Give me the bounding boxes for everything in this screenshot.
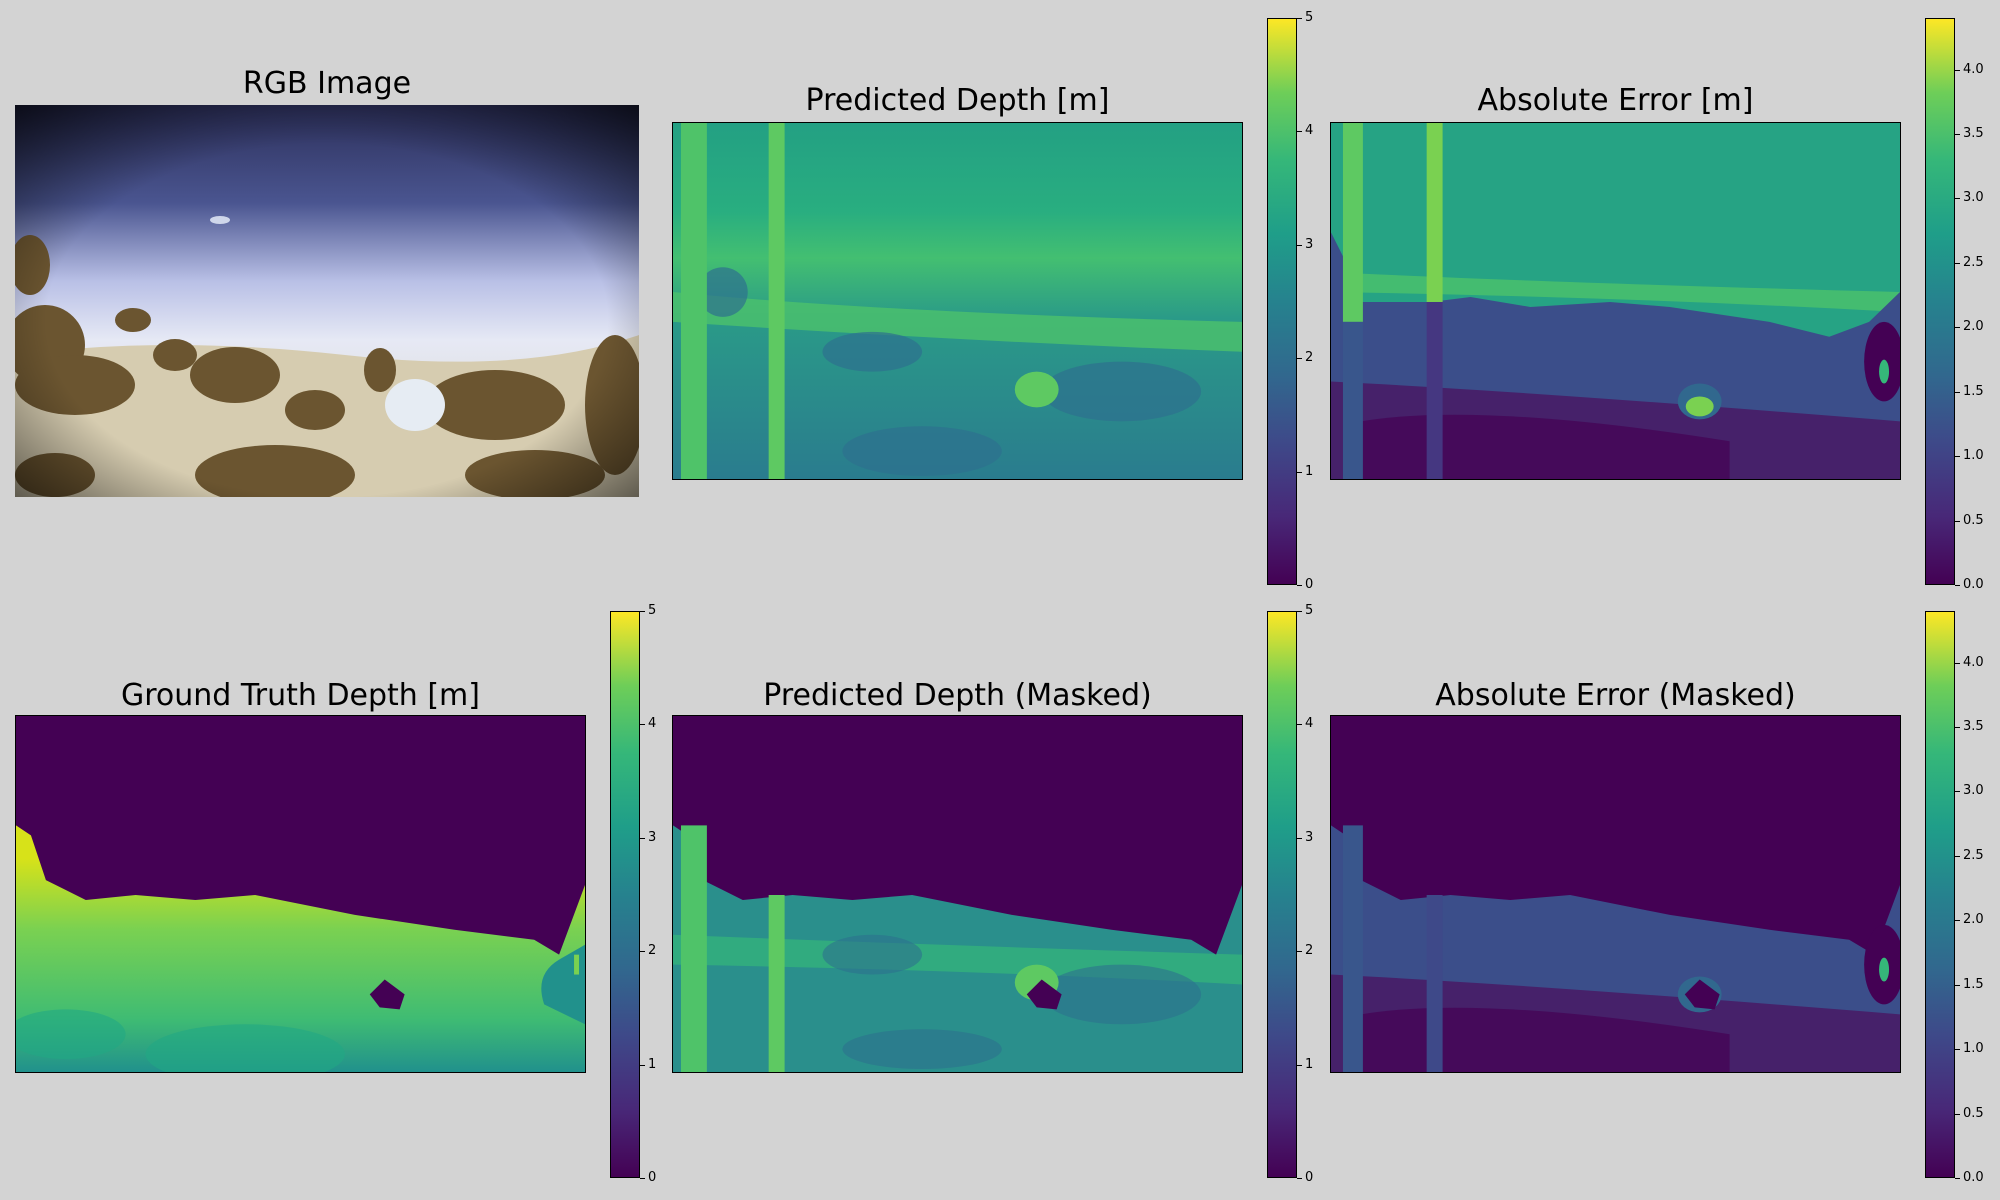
colorbar-tick-label: 5 [648, 603, 657, 618]
colorbar-tick [640, 951, 645, 952]
colorbar-tick [1955, 663, 1960, 664]
colorbar-tick [1955, 456, 1960, 457]
colorbar-tick-label: 5 [1305, 603, 1314, 618]
colorbar-tick-label: 3.0 [1963, 783, 1984, 798]
err-title: Absolute Error [m] [1477, 83, 1754, 118]
colorbar-tick-label: 0 [1305, 1170, 1314, 1185]
colorbar-tick [1955, 134, 1960, 135]
pred-masked-title: Predicted Depth (Masked) [763, 678, 1152, 713]
colorbar-tick-label: 1.0 [1963, 1041, 1984, 1056]
colorbar-tick-label: 0.5 [1963, 1106, 1984, 1121]
abs-error-masked-heatmap [1330, 715, 1901, 1073]
err-masked-colorbar [1925, 611, 1955, 1178]
colorbar-tick [1955, 263, 1960, 264]
gt-depth-heatmap [15, 715, 586, 1073]
colorbar-tick-label: 1 [1305, 464, 1314, 479]
colorbar-tick-label: 0.5 [1963, 513, 1984, 528]
colorbar-tick [640, 611, 645, 612]
gt-colorbar [610, 611, 640, 1178]
pred-depth-heatmap [672, 122, 1243, 480]
colorbar-tick-label: 0.0 [1963, 1170, 1984, 1185]
colorbar-tick [1955, 70, 1960, 71]
colorbar-tick-label: 2.5 [1963, 255, 1984, 270]
colorbar-tick [1955, 1049, 1960, 1050]
rgb-image [15, 105, 639, 497]
colorbar-tick-label: 1.0 [1963, 448, 1984, 463]
colorbar-tick [640, 838, 645, 839]
colorbar-tick [1297, 611, 1302, 612]
colorbar-tick-label: 2.0 [1963, 912, 1984, 927]
abs-error-heatmap [1330, 122, 1901, 480]
colorbar-tick-label: 3 [1305, 237, 1314, 252]
colorbar-tick-label: 5 [1305, 10, 1314, 25]
colorbar-tick [1297, 724, 1302, 725]
colorbar-tick-label: 4 [648, 716, 657, 731]
colorbar-tick [1955, 856, 1960, 857]
pred-colorbar [1267, 18, 1297, 585]
colorbar-tick-label: 4.0 [1963, 655, 1984, 670]
pred-title: Predicted Depth [m] [805, 83, 1110, 118]
gt-title: Ground Truth Depth [m] [120, 678, 480, 713]
colorbar-tick-label: 3 [648, 830, 657, 845]
colorbar-tick [1955, 727, 1960, 728]
colorbar-tick [1297, 951, 1302, 952]
colorbar-tick [1297, 1178, 1302, 1179]
colorbar-tick [1955, 920, 1960, 921]
colorbar-tick [1955, 392, 1960, 393]
colorbar-tick-label: 0.0 [1963, 577, 1984, 592]
colorbar-tick-label: 2 [648, 943, 657, 958]
colorbar-tick [1955, 985, 1960, 986]
err-colorbar [1925, 18, 1955, 585]
colorbar-tick-label: 2 [1305, 943, 1314, 958]
rgb-title: RGB Image [242, 66, 412, 101]
colorbar-tick-label: 1.5 [1963, 977, 1984, 992]
colorbar-tick-label: 1 [1305, 1057, 1314, 1072]
colorbar-tick [1297, 838, 1302, 839]
colorbar-tick [1955, 791, 1960, 792]
colorbar-tick-label: 3.5 [1963, 719, 1984, 734]
colorbar-tick [1955, 1114, 1960, 1115]
colorbar-tick-label: 3 [1305, 830, 1314, 845]
colorbar-tick [640, 724, 645, 725]
pred-masked-colorbar [1267, 611, 1297, 1178]
colorbar-tick-label: 3.5 [1963, 126, 1984, 141]
colorbar-tick [1955, 327, 1960, 328]
colorbar-tick [1297, 472, 1302, 473]
colorbar-tick [1297, 585, 1302, 586]
colorbar-tick [640, 1065, 645, 1066]
colorbar-tick-label: 4 [1305, 123, 1314, 138]
colorbar-tick-label: 3.0 [1963, 190, 1984, 205]
colorbar-tick [1297, 18, 1302, 19]
colorbar-tick [1955, 198, 1960, 199]
colorbar-tick [640, 1178, 645, 1179]
colorbar-tick [1955, 521, 1960, 522]
colorbar-tick [1297, 1065, 1302, 1066]
colorbar-tick-label: 2 [1305, 350, 1314, 365]
colorbar-tick-label: 0 [1305, 577, 1314, 592]
colorbar-tick-label: 2.5 [1963, 848, 1984, 863]
colorbar-tick-label: 4 [1305, 716, 1314, 731]
colorbar-tick [1955, 585, 1960, 586]
colorbar-tick [1297, 245, 1302, 246]
colorbar-tick-label: 1 [648, 1057, 657, 1072]
colorbar-tick-label: 0 [648, 1170, 657, 1185]
colorbar-tick [1297, 131, 1302, 132]
colorbar-tick-label: 2.0 [1963, 319, 1984, 334]
colorbar-tick-label: 4.0 [1963, 62, 1984, 77]
colorbar-tick [1955, 1178, 1960, 1179]
colorbar-tick [1297, 358, 1302, 359]
colorbar-tick-label: 1.5 [1963, 384, 1984, 399]
pred-depth-masked-heatmap [672, 715, 1243, 1073]
err-masked-title: Absolute Error (Masked) [1435, 678, 1796, 713]
